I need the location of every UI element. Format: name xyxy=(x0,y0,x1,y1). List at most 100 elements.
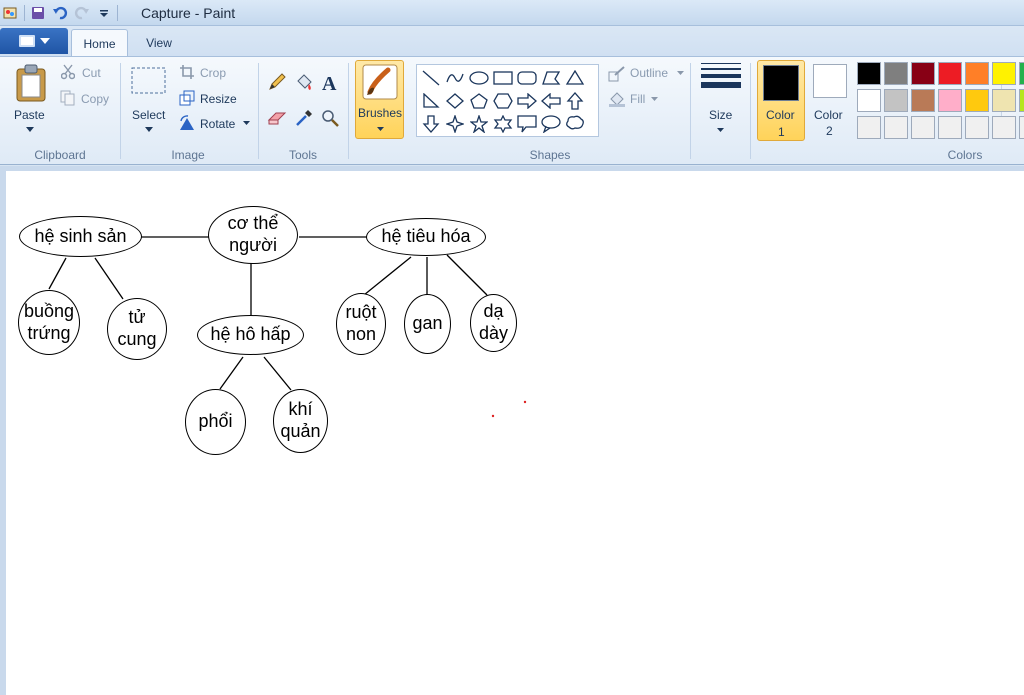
magnifier-icon[interactable] xyxy=(318,106,342,130)
outline-button[interactable]: Outline xyxy=(630,66,668,80)
group-divider xyxy=(258,63,259,159)
rotate-icon xyxy=(178,115,196,131)
hexagon-shape-icon[interactable] xyxy=(491,89,515,112)
color-2-number[interactable]: 2 xyxy=(826,124,833,138)
chevron-down-icon[interactable] xyxy=(144,125,154,133)
select-button[interactable]: Select xyxy=(132,108,165,122)
size-icon[interactable] xyxy=(701,63,741,92)
color-swatch[interactable] xyxy=(938,116,962,139)
color-swatch[interactable] xyxy=(911,116,935,139)
select-icon[interactable] xyxy=(131,67,167,95)
customize-qat-icon[interactable] xyxy=(95,4,113,22)
group-divider xyxy=(348,63,349,159)
pencil-icon[interactable] xyxy=(265,70,289,94)
ribbon-tabs: Home View xyxy=(0,26,1024,57)
color-swatch[interactable] xyxy=(992,62,1016,85)
color-swatch[interactable] xyxy=(884,62,908,85)
chevron-down-icon[interactable] xyxy=(650,96,658,102)
triangle-shape-icon[interactable] xyxy=(563,66,587,89)
polygon-shape-icon[interactable] xyxy=(539,66,563,89)
size-button[interactable]: Size xyxy=(709,108,732,122)
color-picker-icon[interactable] xyxy=(292,106,316,130)
color-swatch[interactable] xyxy=(911,62,935,85)
quick-access-toolbar xyxy=(0,2,118,24)
color-swatch[interactable] xyxy=(1019,62,1024,85)
group-divider xyxy=(750,63,751,159)
color-swatch[interactable] xyxy=(965,62,989,85)
node-label: tử xyxy=(128,307,146,328)
color-swatch[interactable] xyxy=(1019,89,1024,112)
curve-shape-icon[interactable] xyxy=(443,66,467,89)
undo-icon[interactable] xyxy=(51,4,69,22)
line-shape-icon[interactable] xyxy=(419,66,443,89)
node-human-body: cơ thể người xyxy=(208,206,298,264)
color-swatch[interactable] xyxy=(938,89,962,112)
rectangle-shape-icon[interactable] xyxy=(491,66,515,89)
color-swatch[interactable] xyxy=(911,89,935,112)
paint-menu-button[interactable] xyxy=(0,28,68,54)
node-label: non xyxy=(345,324,377,344)
rounded-rectangle-shape-icon[interactable] xyxy=(515,66,539,89)
paint-app-icon[interactable] xyxy=(2,4,20,22)
four-point-star-shape-icon[interactable] xyxy=(443,112,467,135)
redo-icon[interactable] xyxy=(73,4,91,22)
right-arrow-shape-icon[interactable] xyxy=(515,89,539,112)
five-point-star-shape-icon[interactable] xyxy=(467,112,491,135)
oval-shape-icon[interactable] xyxy=(467,66,491,89)
chevron-down-icon xyxy=(39,38,50,44)
color-swatch[interactable] xyxy=(965,116,989,139)
color-swatch[interactable] xyxy=(884,89,908,112)
right-triangle-shape-icon[interactable] xyxy=(419,89,443,112)
pentagon-shape-icon[interactable] xyxy=(467,89,491,112)
chevron-down-icon[interactable] xyxy=(25,125,35,133)
eraser-icon[interactable] xyxy=(265,106,289,130)
paste-label[interactable]: Paste xyxy=(14,108,45,122)
title-bar: Capture - Paint xyxy=(0,0,1024,26)
clipboard-group-label: Clipboard xyxy=(34,148,86,162)
left-arrow-shape-icon[interactable] xyxy=(539,89,563,112)
chevron-down-icon[interactable] xyxy=(676,70,684,76)
paste-button[interactable] xyxy=(12,61,50,105)
down-arrow-shape-icon[interactable] xyxy=(419,112,443,135)
color-2-label[interactable]: Color xyxy=(814,108,843,122)
color-swatch[interactable] xyxy=(992,89,1016,112)
fill-bucket-icon[interactable] xyxy=(292,70,316,94)
rotate-button[interactable]: Rotate xyxy=(200,117,235,131)
node-ovary: buồng trứng xyxy=(18,290,80,355)
node-label: quản xyxy=(280,421,321,441)
color-2-swatch[interactable] xyxy=(813,64,847,98)
cloud-callout-shape-icon[interactable] xyxy=(563,112,587,135)
chevron-down-icon[interactable] xyxy=(242,120,250,126)
color-swatch[interactable] xyxy=(857,89,881,112)
fill-button[interactable]: Fill xyxy=(630,92,645,106)
oval-callout-shape-icon[interactable] xyxy=(539,112,563,135)
six-point-star-shape-icon[interactable] xyxy=(491,112,515,135)
cut-button[interactable]: Cut xyxy=(82,66,101,80)
chevron-down-icon[interactable] xyxy=(716,127,724,133)
diamond-shape-icon[interactable] xyxy=(443,89,467,112)
color-swatch[interactable] xyxy=(992,116,1016,139)
tab-view[interactable]: View xyxy=(132,29,186,57)
ribbon: Paste Cut Copy Clipboard Select Crop Res… xyxy=(0,56,1024,165)
drawing-canvas[interactable]: hệ sinh sản cơ thể người hệ tiêu hóa buồ… xyxy=(6,171,1024,695)
resize-button[interactable]: Resize xyxy=(200,92,237,106)
node-label: trứng xyxy=(27,322,71,343)
color-swatch[interactable] xyxy=(938,62,962,85)
color-swatch[interactable] xyxy=(884,116,908,139)
brushes-button[interactable]: Brushes xyxy=(355,60,404,139)
color-swatch[interactable] xyxy=(857,116,881,139)
color-1-button[interactable]: Color 1 xyxy=(757,60,805,141)
save-icon[interactable] xyxy=(29,4,47,22)
color-swatch[interactable] xyxy=(857,62,881,85)
crop-button[interactable]: Crop xyxy=(200,66,226,80)
color-swatch[interactable] xyxy=(965,89,989,112)
tab-home[interactable]: Home xyxy=(71,29,128,57)
rectangular-callout-shape-icon[interactable] xyxy=(515,112,539,135)
text-tool-icon[interactable]: A xyxy=(318,70,342,94)
copy-button[interactable]: Copy xyxy=(81,92,109,106)
node-small-intestine: ruột non xyxy=(336,293,386,355)
shapes-gallery[interactable] xyxy=(416,64,1016,138)
up-arrow-shape-icon[interactable] xyxy=(563,89,587,112)
brushes-label: Brushes xyxy=(358,106,403,120)
color-swatch[interactable] xyxy=(1019,116,1024,139)
